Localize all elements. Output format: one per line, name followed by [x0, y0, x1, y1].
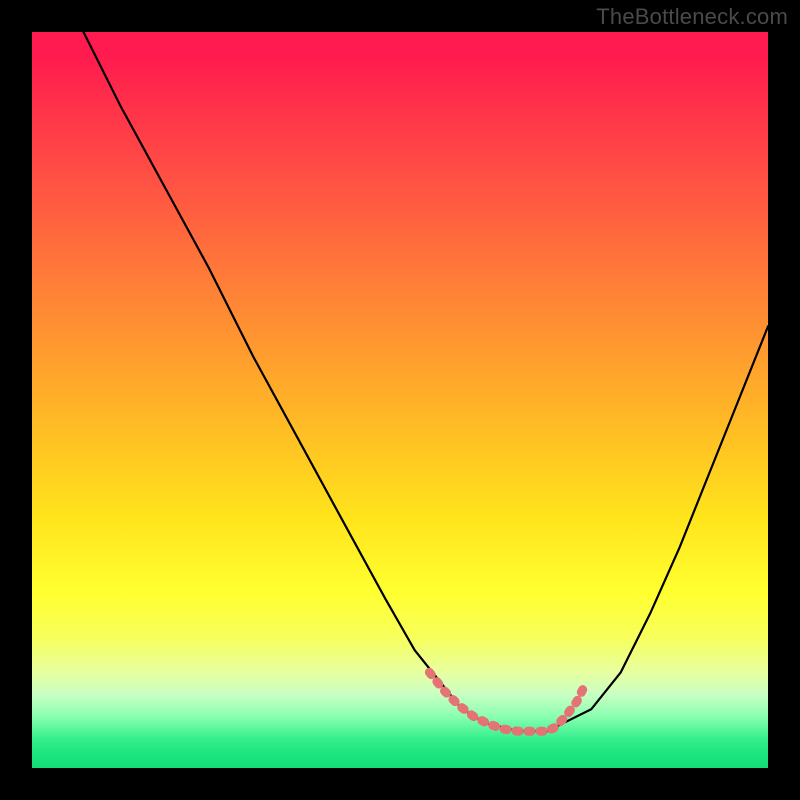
bottom-highlight	[429, 672, 584, 731]
chart-frame: TheBottleneck.com	[0, 0, 800, 800]
plot-area	[32, 32, 768, 768]
bottleneck-curve	[84, 32, 769, 731]
curve-overlay	[32, 32, 768, 768]
watermark-text: TheBottleneck.com	[596, 4, 788, 30]
